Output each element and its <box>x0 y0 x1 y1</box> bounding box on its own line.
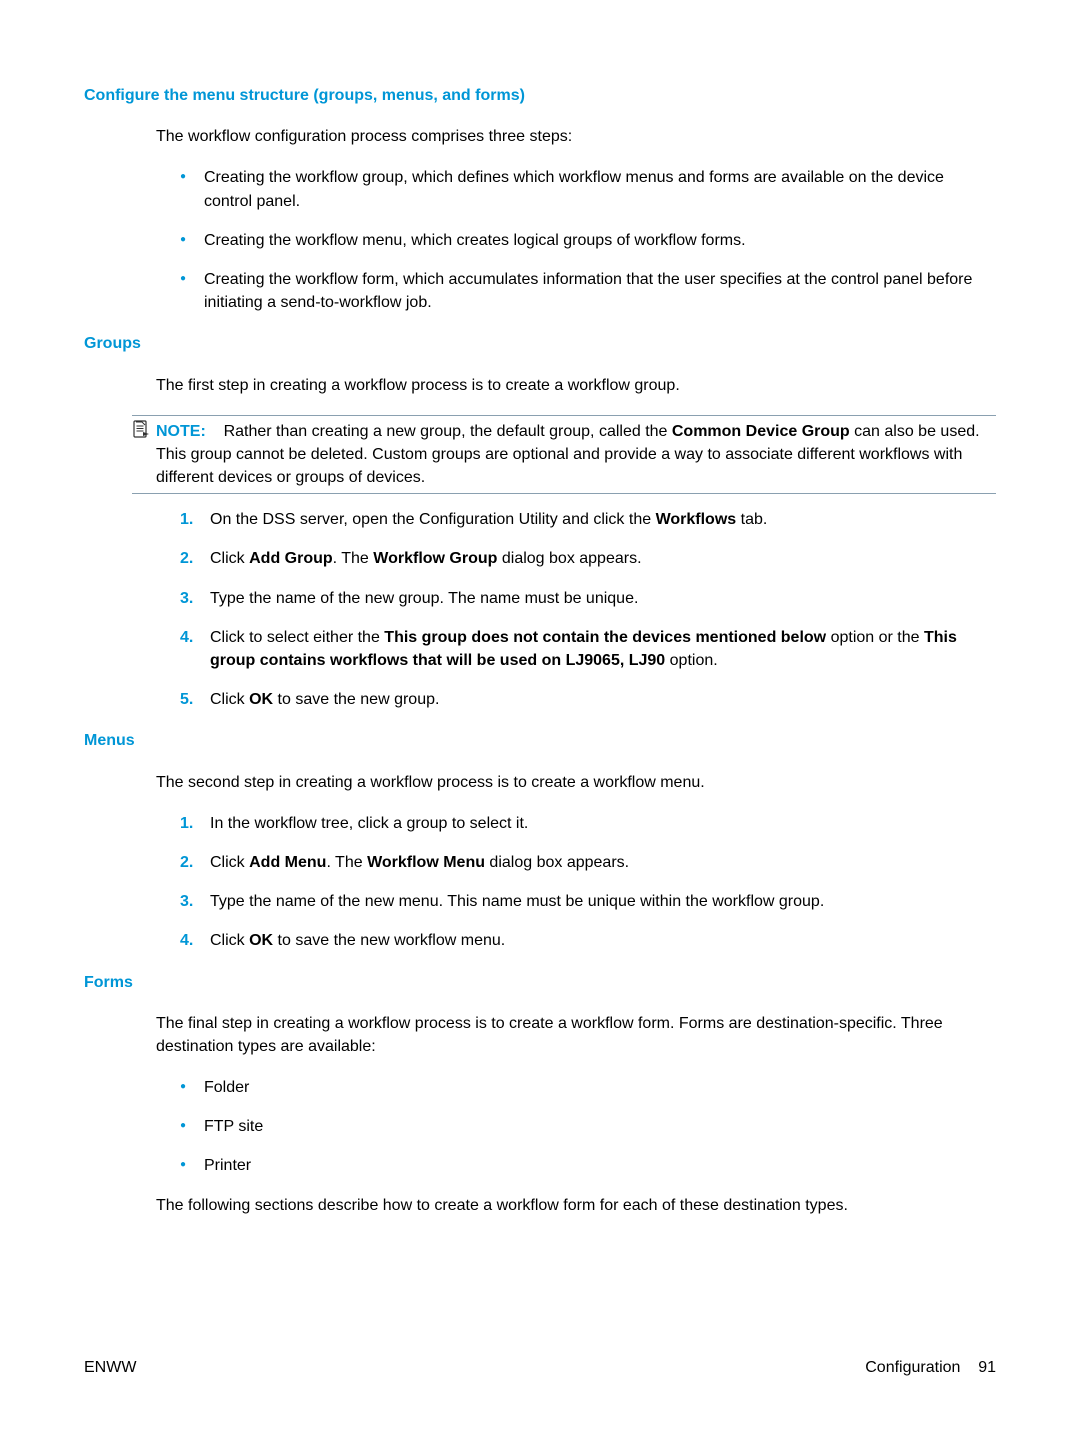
steps-groups: On the DSS server, open the Configuratio… <box>180 508 996 711</box>
page-footer: ENWW Configuration 91 <box>84 1356 996 1379</box>
page-number: 91 <box>978 1359 996 1376</box>
step-text: option. <box>665 652 717 669</box>
step-item: On the DSS server, open the Configuratio… <box>180 508 996 531</box>
step-item: Type the name of the new group. The name… <box>180 587 996 610</box>
menus-intro: The second step in creating a workflow p… <box>156 771 996 794</box>
step-text: Click to select either the <box>210 629 384 646</box>
step-text: Click <box>210 932 249 949</box>
step-bold: OK <box>249 932 273 949</box>
note-text-pre <box>210 423 223 440</box>
step-text: Click <box>210 854 249 871</box>
forms-intro: The final step in creating a workflow pr… <box>156 1012 996 1058</box>
step-item: In the workflow tree, click a group to s… <box>180 812 996 835</box>
step-item: Click Add Menu. The Workflow Menu dialog… <box>180 851 996 874</box>
step-text: . The <box>333 550 374 567</box>
step-bold: This group does not contain the devices … <box>384 629 826 646</box>
step-text: to save the new workflow menu. <box>273 932 505 949</box>
step-text: . The <box>326 854 367 871</box>
list-item: FTP site <box>180 1115 996 1138</box>
step-item: Click Add Group. The Workflow Group dial… <box>180 547 996 570</box>
heading-forms: Forms <box>84 971 996 994</box>
list-item: Creating the workflow form, which accumu… <box>180 268 996 314</box>
intro-text: The workflow configuration process compr… <box>156 125 996 148</box>
forms-outro: The following sections describe how to c… <box>156 1194 996 1217</box>
step-bold: OK <box>249 691 273 708</box>
note-bold: Common Device Group <box>672 423 850 440</box>
list-item: Printer <box>180 1154 996 1177</box>
step-text: option or the <box>826 629 924 646</box>
note-label: NOTE: <box>156 423 206 440</box>
step-item: Click OK to save the new group. <box>180 688 996 711</box>
step-bold: Add Group <box>249 550 333 567</box>
bullet-list-forms: Folder FTP site Printer <box>180 1076 996 1178</box>
step-text-post: tab. <box>736 511 767 528</box>
step-item: Type the name of the new menu. This name… <box>180 890 996 913</box>
step-text: On the DSS server, open the Configuratio… <box>210 511 656 528</box>
note-icon <box>132 420 150 438</box>
step-text: Click <box>210 550 249 567</box>
note-block: NOTE: Rather than creating a new group, … <box>132 415 996 495</box>
heading-groups: Groups <box>84 332 996 355</box>
step-bold: Workflow Group <box>373 550 497 567</box>
step-text: to save the new group. <box>273 691 439 708</box>
heading-menus: Menus <box>84 729 996 752</box>
footer-section-label: Configuration <box>865 1359 960 1376</box>
footer-left: ENWW <box>84 1356 136 1379</box>
bullet-list-configure: Creating the workflow group, which defin… <box>180 166 996 314</box>
step-text: dialog box appears. <box>497 550 641 567</box>
list-item: Creating the workflow group, which defin… <box>180 166 996 212</box>
heading-configure: Configure the menu structure (groups, me… <box>84 84 996 107</box>
step-item: Click OK to save the new workflow menu. <box>180 929 996 952</box>
step-text: dialog box appears. <box>485 854 629 871</box>
step-text: Click <box>210 691 249 708</box>
groups-intro: The first step in creating a workflow pr… <box>156 374 996 397</box>
list-item: Creating the workflow menu, which create… <box>180 229 996 252</box>
list-item: Folder <box>180 1076 996 1099</box>
footer-right: Configuration 91 <box>865 1356 996 1379</box>
step-bold: Workflow Menu <box>367 854 485 871</box>
steps-menus: In the workflow tree, click a group to s… <box>180 812 996 953</box>
step-bold: Add Menu <box>249 854 326 871</box>
step-bold: Workflows <box>656 511 737 528</box>
step-item: Click to select either the This group do… <box>180 626 996 672</box>
note-text-pre2: Rather than creating a new group, the de… <box>224 423 672 440</box>
